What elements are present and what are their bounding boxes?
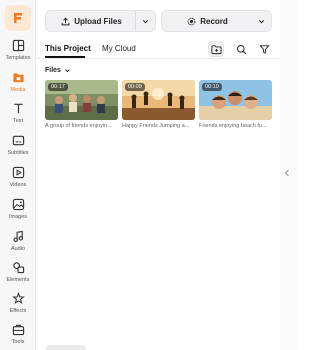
video-title: Happy Friends Jumping a... (122, 123, 190, 129)
sidebar-item-effects[interactable]: Effects (0, 291, 36, 321)
files-folder-toggle[interactable]: Files (45, 67, 71, 74)
chevron-down-icon (258, 19, 264, 23)
upload-files-label: Upload Files (74, 16, 122, 26)
templates-icon (12, 39, 24, 52)
search-icon (236, 44, 246, 54)
record-label: Record (200, 16, 228, 26)
filter-button[interactable] (256, 41, 272, 57)
logo-icon (14, 13, 22, 23)
sidebar-item-label: Media (10, 87, 26, 93)
sidebar-item-templates[interactable]: Templates (0, 38, 36, 68)
upload-icon (61, 16, 70, 25)
sidebar-item-subtitles[interactable]: Subtitles (0, 133, 36, 163)
tab-my-cloud[interactable]: My Cloud (102, 44, 136, 53)
files-label: Files (45, 67, 61, 74)
upload-files-main[interactable]: Upload Files (46, 11, 137, 31)
filter-icon (258, 44, 270, 54)
search-button[interactable] (233, 41, 249, 57)
video-thumbnail[interactable]: 00:17 (45, 80, 118, 120)
tools-icon (12, 324, 24, 336)
record-icon (187, 17, 196, 25)
sidebar-item-elements[interactable]: Elements (0, 260, 36, 290)
sidebar-item-label: Subtitles (7, 150, 29, 156)
bottom-handle (46, 345, 86, 350)
media-card[interactable]: 00:09 Happy Friends Jumping a... (122, 80, 195, 129)
sidebar-item-text[interactable]: Text (0, 101, 36, 131)
new-folder-button[interactable] (208, 41, 224, 57)
video-duration: 00:09 (125, 83, 145, 91)
record-button[interactable]: Record (161, 10, 272, 32)
sidebar-item-audio[interactable]: Audio (0, 229, 36, 259)
sidebar-item-tools[interactable]: Tools (0, 322, 36, 350)
media-card[interactable]: 00:17 A group of friends enjoyin... (45, 80, 118, 129)
chevron-down-icon (65, 69, 70, 73)
images-icon (12, 198, 24, 211)
media-card[interactable]: 00:10 Friends enjoying beach fu... (199, 80, 272, 129)
sidebar-item-media[interactable]: Media (0, 70, 36, 100)
audio-icon (12, 230, 23, 242)
upload-files-button[interactable]: Upload Files (45, 10, 156, 32)
sidebar-item-label: Videos (9, 182, 27, 188)
tabs-divider (36, 58, 280, 59)
subtitles-icon (12, 135, 24, 146)
media-icon (12, 73, 24, 83)
sidebar-item-label: Images (8, 214, 28, 220)
tab-this-project[interactable]: This Project (45, 44, 91, 53)
effects-icon (11, 292, 25, 305)
text-icon (13, 103, 23, 114)
sidebar-item-label: Templates (5, 55, 31, 61)
video-thumbnail[interactable]: 00:10 (199, 80, 272, 120)
video-duration: 00:17 (48, 83, 68, 91)
video-thumbnail[interactable]: 00:09 (122, 80, 195, 120)
sidebar-item-label: Audio (10, 246, 26, 252)
chevron-down-icon (142, 19, 149, 23)
app-logo (5, 5, 31, 31)
sidebar-item-label: Text (12, 118, 24, 124)
upload-options-dropdown[interactable] (135, 11, 155, 31)
videos-icon (12, 166, 24, 179)
chevron-left-icon (284, 169, 289, 177)
sidebar-item-videos[interactable]: Videos (0, 165, 36, 195)
sidebar-item-label: Tools (11, 339, 25, 345)
sidebar-item-label: Effects (9, 308, 27, 314)
record-options-dropdown[interactable] (251, 11, 271, 31)
sidebar-item-images[interactable]: Images (0, 197, 36, 227)
video-title: A group of friends enjoyin... (45, 123, 112, 129)
sidebar-item-label: Elements (6, 277, 30, 283)
elements-icon (12, 262, 24, 274)
media-panel: Upload Files Record This Project My Clou… (36, 0, 280, 350)
video-duration: 00:10 (202, 83, 222, 91)
collapse-panel-button[interactable] (283, 166, 291, 180)
folder-add-icon (210, 44, 222, 54)
video-title: Friends enjoying beach fu... (199, 123, 267, 129)
sidebar: Templates Media Text Subtitles Videos Im… (0, 0, 36, 350)
record-main[interactable]: Record (162, 11, 253, 31)
